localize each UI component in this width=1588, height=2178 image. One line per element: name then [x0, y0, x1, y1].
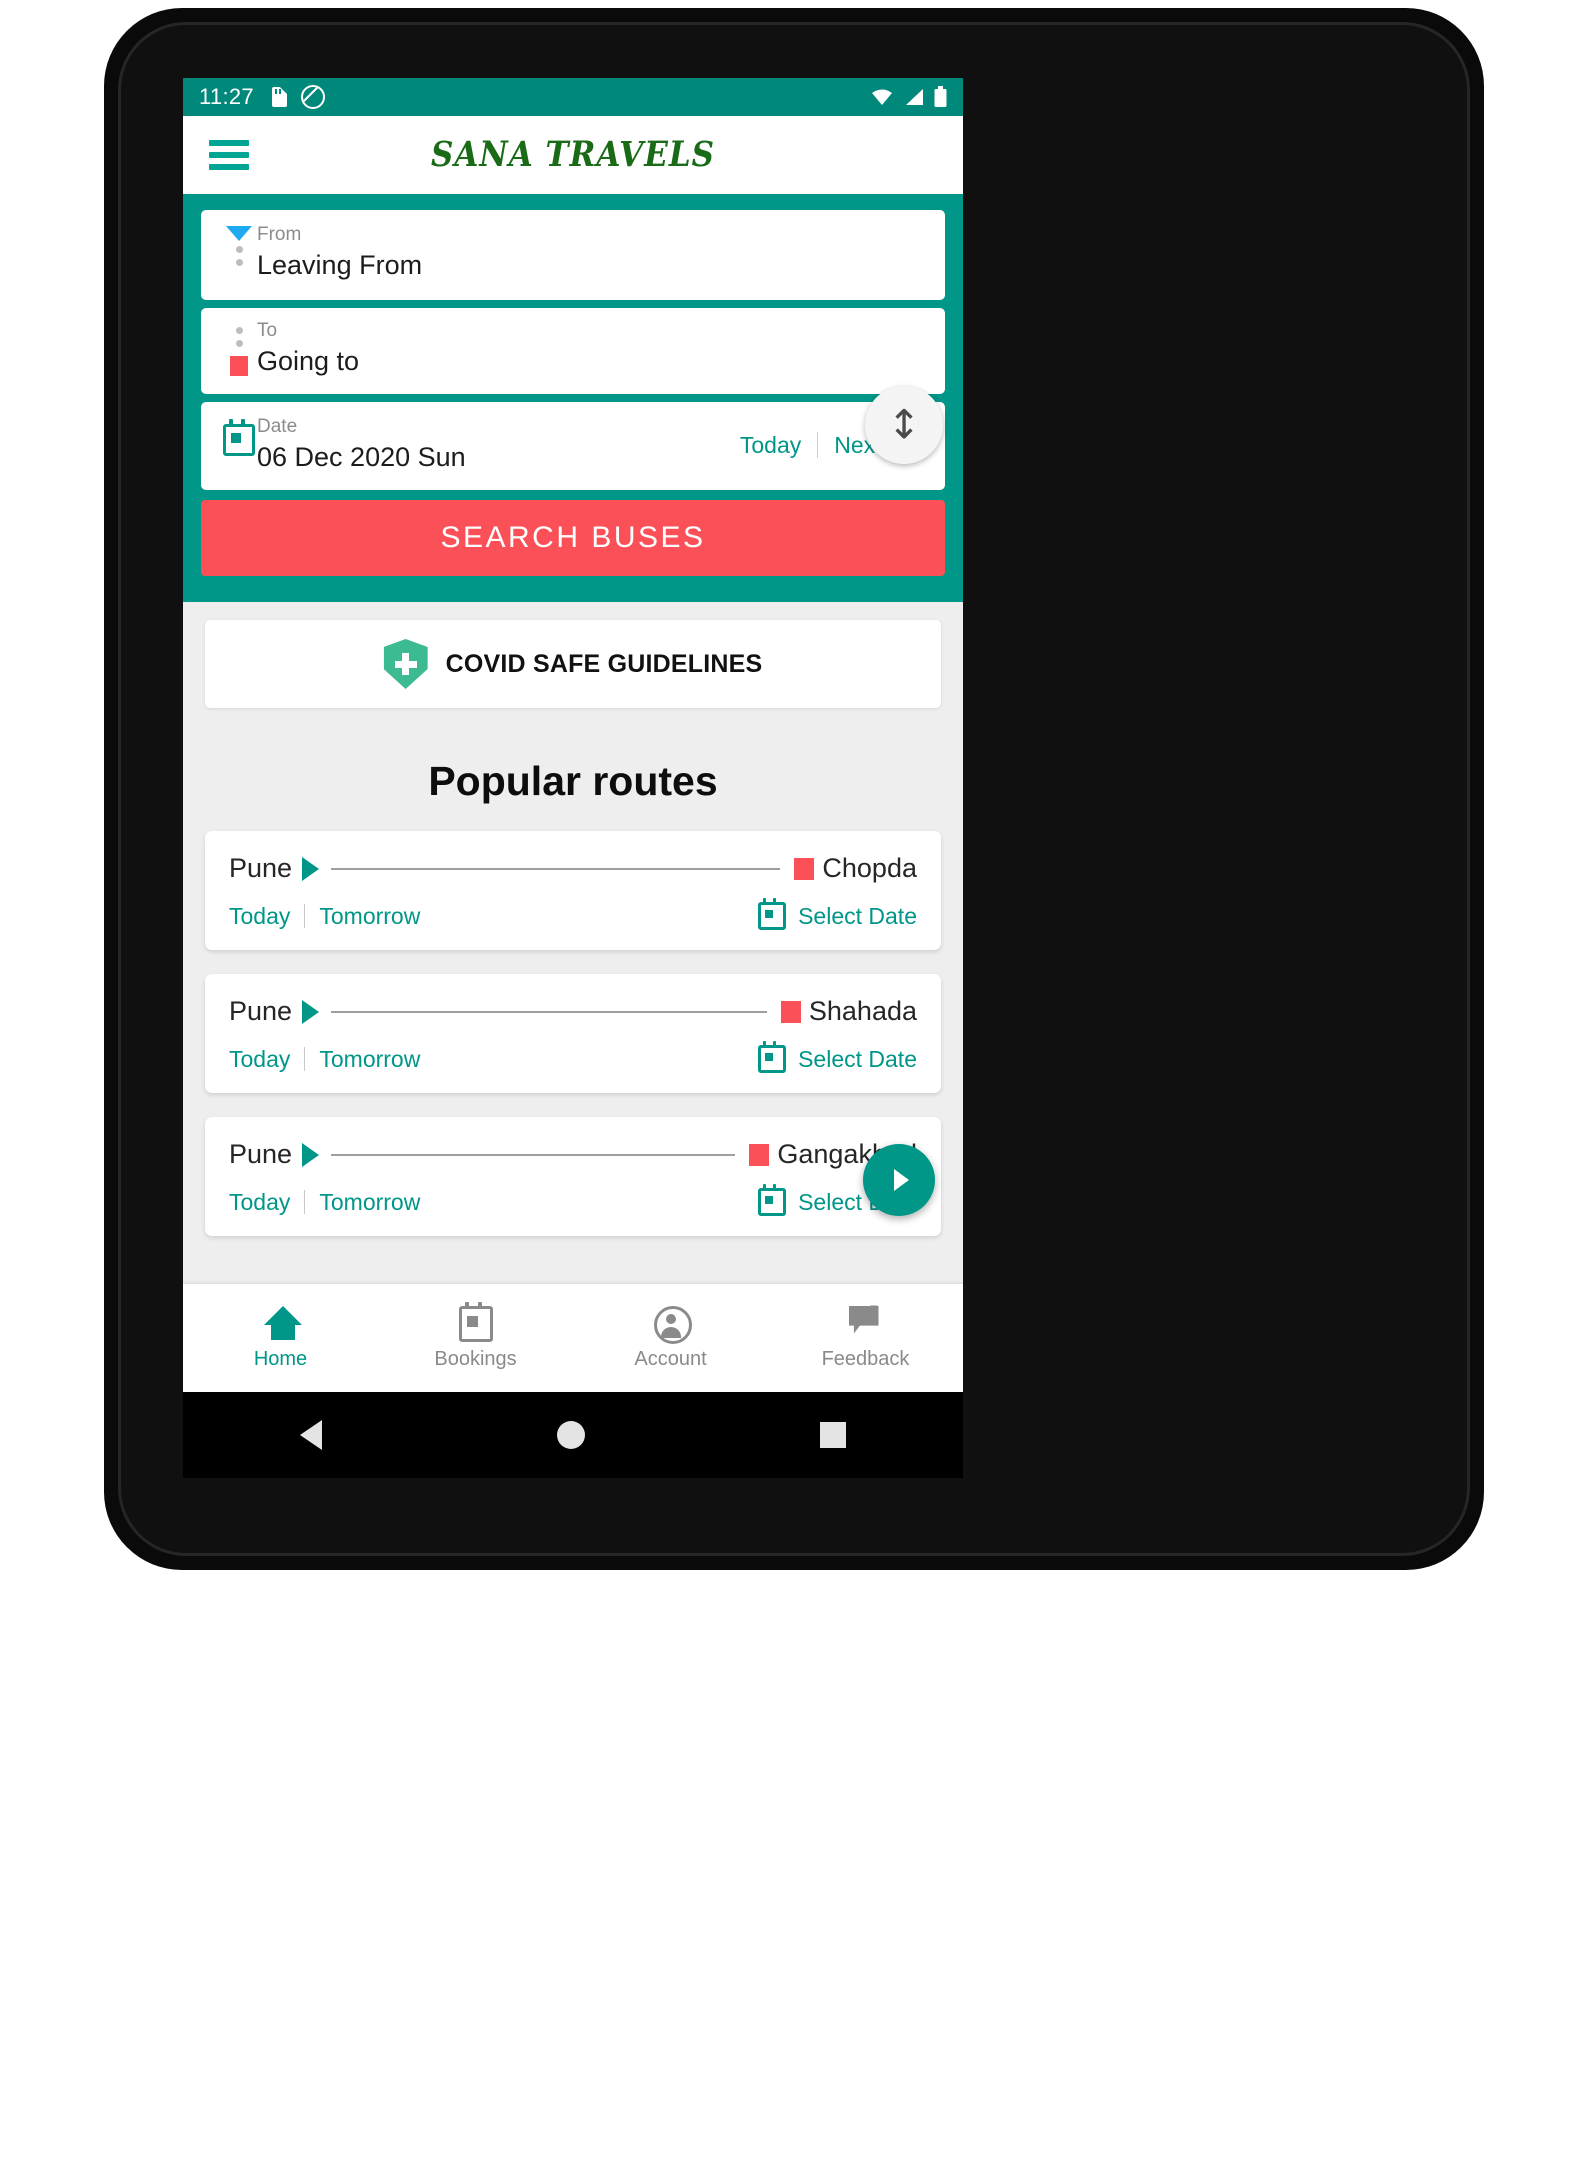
calendar-icon: [758, 1184, 787, 1216]
next-page-fab[interactable]: [863, 1144, 935, 1216]
date-today-link[interactable]: Today: [740, 432, 801, 459]
route-connector: [331, 1010, 767, 1013]
route-today-link[interactable]: Today: [229, 1046, 290, 1073]
app-brand-logo: SANA TRAVELS: [430, 134, 716, 176]
route-origin: Pune: [229, 996, 293, 1026]
route-tomorrow-link[interactable]: Tomorrow: [319, 1046, 420, 1073]
from-label: From: [257, 224, 302, 245]
select-date-label: Select Date: [798, 1045, 917, 1072]
from-marker: [221, 224, 257, 272]
calendar-icon: [758, 898, 787, 930]
swap-arrows-icon: ↕: [887, 402, 921, 448]
route-destination: Chopda: [822, 853, 917, 883]
battery-icon: [934, 86, 947, 107]
edit-note-icon: [848, 1305, 879, 1334]
nav-label-bookings: Bookings: [434, 1347, 517, 1370]
nav-label-feedback: Feedback: [821, 1347, 910, 1370]
date-label: Date: [257, 416, 298, 437]
destination-marker-icon: [749, 1143, 770, 1166]
dotted-line-icon: [235, 327, 243, 353]
arrow-right-icon: [302, 999, 320, 1024]
route-connector: [331, 867, 781, 870]
triangle-down-icon: [226, 226, 252, 241]
signal-icon: [906, 89, 923, 105]
popular-routes-title: Popular routes: [428, 758, 718, 804]
nav-item-feedback[interactable]: Feedback: [768, 1305, 963, 1371]
home-key[interactable]: [556, 1421, 585, 1449]
nav-label-account: Account: [634, 1347, 707, 1370]
to-value: Going to: [257, 346, 360, 376]
nav-item-home[interactable]: Home: [183, 1305, 378, 1371]
arrow-right-icon: [302, 1142, 320, 1167]
route-today-link[interactable]: Today: [229, 1189, 290, 1216]
to-marker: [221, 320, 257, 376]
to-label: To: [257, 320, 278, 341]
search-panel: ↕ From Leaving From To Going to Date 06 …: [183, 194, 963, 602]
calendar-icon: [758, 1041, 787, 1073]
shield-plus-icon: [383, 639, 428, 689]
route-origin: Pune: [229, 1139, 293, 1169]
calendar-icon: [458, 1301, 493, 1342]
date-value: 06 Dec 2020 Sun: [257, 442, 466, 472]
route-select-date-button[interactable]: Select Date: [758, 898, 917, 930]
status-bar: 11:27: [183, 78, 963, 116]
nav-item-account[interactable]: Account: [573, 1305, 768, 1371]
red-square-icon: [230, 356, 248, 376]
covid-guidelines-label: COVID SAFE GUIDELINES: [445, 649, 763, 678]
mute-icon: [300, 85, 325, 109]
status-time: 11:27: [199, 84, 254, 109]
covid-guidelines-banner[interactable]: COVID SAFE GUIDELINES: [205, 620, 941, 708]
arrow-right-icon: [302, 856, 320, 881]
home-icon: [263, 1305, 302, 1340]
route-select-date-button[interactable]: Select Date: [758, 1041, 917, 1073]
route-tomorrow-link[interactable]: Tomorrow: [319, 903, 420, 930]
wifi-icon: [872, 89, 892, 105]
app-bar: SANA TRAVELS: [183, 116, 963, 194]
from-field[interactable]: From Leaving From: [201, 210, 945, 300]
account-circle-icon: [653, 1305, 692, 1344]
route-origin: Pune: [229, 853, 293, 883]
route-card[interactable]: Pune Gangakhed Today Tomorrow Select Dat…: [205, 1117, 941, 1236]
divider: [817, 432, 819, 458]
chevron-right-icon: [893, 1169, 909, 1191]
destination-marker-icon: [794, 857, 815, 880]
date-field[interactable]: Date 06 Dec 2020 Sun Today Next day: [201, 402, 945, 490]
page-content: COVID SAFE GUIDELINES Popular routes Pun…: [183, 602, 963, 1236]
divider: [304, 1047, 306, 1071]
route-tomorrow-link[interactable]: Tomorrow: [319, 1189, 420, 1216]
route-today-link[interactable]: Today: [229, 903, 290, 930]
nav-item-bookings[interactable]: Bookings: [378, 1301, 573, 1371]
phone-screen: 11:27 SANA TRAVELS ↕ From Leaving From T…: [183, 78, 963, 1392]
route-card[interactable]: Pune Chopda Today Tomorrow Select Date: [205, 831, 941, 950]
route-connector: [331, 1153, 736, 1156]
route-card[interactable]: Pune Shahada Today Tomorrow Select Date: [205, 974, 941, 1093]
date-marker: [221, 416, 257, 456]
calendar-icon: [223, 419, 255, 456]
from-value: Leaving From: [257, 250, 423, 280]
screenshot-root: 11:27 SANA TRAVELS ↕ From Leaving From T…: [0, 0, 1588, 2178]
sd-card-icon: [271, 87, 287, 107]
search-buses-button[interactable]: SEARCH BUSES: [201, 500, 945, 576]
status-right-icons: [870, 86, 947, 108]
to-field[interactable]: To Going to: [201, 308, 945, 394]
status-left-icons: [271, 85, 325, 109]
recents-key[interactable]: [819, 1422, 846, 1448]
dotted-line-icon: [235, 246, 243, 272]
back-key[interactable]: [300, 1420, 323, 1450]
nav-label-home: Home: [253, 1347, 308, 1370]
select-date-label: Select Date: [798, 902, 917, 929]
route-destination: Shahada: [808, 996, 917, 1026]
destination-marker-icon: [780, 1000, 801, 1023]
divider: [304, 1190, 306, 1214]
bottom-navigation-bar: Home Bookings Account Feedback: [183, 1284, 963, 1392]
divider: [304, 904, 306, 928]
android-navigation-keys: [183, 1392, 963, 1478]
swap-locations-button[interactable]: ↕: [865, 386, 943, 464]
